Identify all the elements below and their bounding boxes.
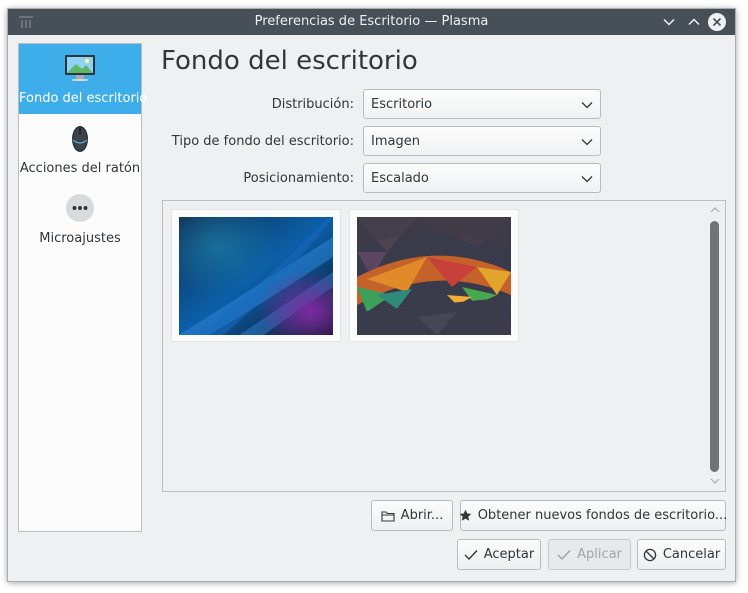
page-title: Fondo del escritorio: [161, 46, 418, 76]
ok-button[interactable]: Aceptar: [457, 539, 541, 570]
preferences-window: Preferencias de Escritorio — Plasma Fond…: [7, 8, 736, 582]
monitor-icon: [65, 55, 95, 81]
ok-button-label: Aceptar: [483, 547, 535, 562]
cancel-button[interactable]: Cancelar: [637, 539, 726, 570]
polygon-wallpaper: [357, 217, 511, 335]
scroll-down-button[interactable]: [709, 476, 721, 486]
more-options-icon: [66, 194, 94, 222]
positioning-value: Escalado: [371, 171, 429, 186]
apply-button[interactable]: Aplicar: [548, 539, 631, 570]
checkmark-icon: [557, 549, 571, 560]
wallpaper-type-combobox[interactable]: Imagen: [363, 126, 601, 156]
chevron-up-icon: [710, 207, 720, 213]
chevron-down-icon: [581, 176, 593, 183]
wallpaper-grid: [162, 200, 726, 492]
open-button-label: Abrir...: [400, 508, 444, 523]
sidebar: Fondo del escritorio Acciones del ratón …: [18, 43, 148, 532]
wallpaper-thumbnail[interactable]: [349, 209, 519, 342]
scrollbar-thumb[interactable]: [710, 221, 719, 472]
positioning-combobox[interactable]: Escalado: [363, 163, 601, 193]
sidebar-item-wallpaper[interactable]: Fondo del escritorio: [19, 44, 148, 114]
get-new-wallpapers-button[interactable]: Obtener nuevos fondos de escritorio...: [459, 500, 728, 531]
wallpaper-type-value: Imagen: [371, 134, 420, 149]
sidebar-item-label: Fondo del escritorio: [19, 91, 148, 106]
wallpaper-thumbnail[interactable]: [171, 209, 341, 342]
titlebar[interactable]: Preferencias de Escritorio — Plasma: [8, 9, 735, 35]
folder-icon: [381, 510, 395, 522]
sidebar-item-tweaks[interactable]: Microajustes: [19, 184, 141, 254]
checkmark-icon: [464, 549, 478, 560]
sidebar-item-label: Microajustes: [39, 231, 121, 246]
chevron-up-icon: [688, 18, 700, 26]
cancel-icon: [643, 548, 657, 561]
maximize-button[interactable]: [685, 13, 703, 31]
close-icon: [712, 17, 722, 27]
chevron-down-icon: [581, 102, 593, 109]
window-title: Preferencias de Escritorio — Plasma: [254, 14, 489, 29]
sidebar-item-label: Acciones del ratón: [19, 161, 141, 176]
sidebar-item-mouse-actions[interactable]: Acciones del ratón: [19, 114, 141, 184]
cancel-button-label: Cancelar: [662, 547, 721, 562]
minimize-button[interactable]: [660, 13, 678, 31]
wallpaper-type-label: Tipo de fondo del escritorio:: [171, 134, 354, 149]
apply-button-label: Aplicar: [577, 547, 622, 562]
layout-combobox[interactable]: Escritorio: [363, 89, 601, 119]
chevron-down-icon: [663, 18, 675, 26]
star-icon: [459, 509, 472, 521]
layout-value: Escritorio: [371, 97, 433, 112]
positioning-label: Posicionamiento:: [243, 171, 354, 186]
get-new-wallpapers-label: Obtener nuevos fondos de escritorio...: [477, 508, 728, 523]
mouse-icon: [72, 126, 88, 152]
close-button[interactable]: [708, 13, 726, 31]
chevron-down-icon: [710, 478, 720, 484]
chevron-down-icon: [581, 139, 593, 146]
blue-curves-wallpaper: [179, 217, 333, 335]
layout-label: Distribución:: [271, 97, 354, 112]
open-button[interactable]: Abrir...: [371, 500, 453, 531]
scroll-up-button[interactable]: [709, 205, 721, 215]
